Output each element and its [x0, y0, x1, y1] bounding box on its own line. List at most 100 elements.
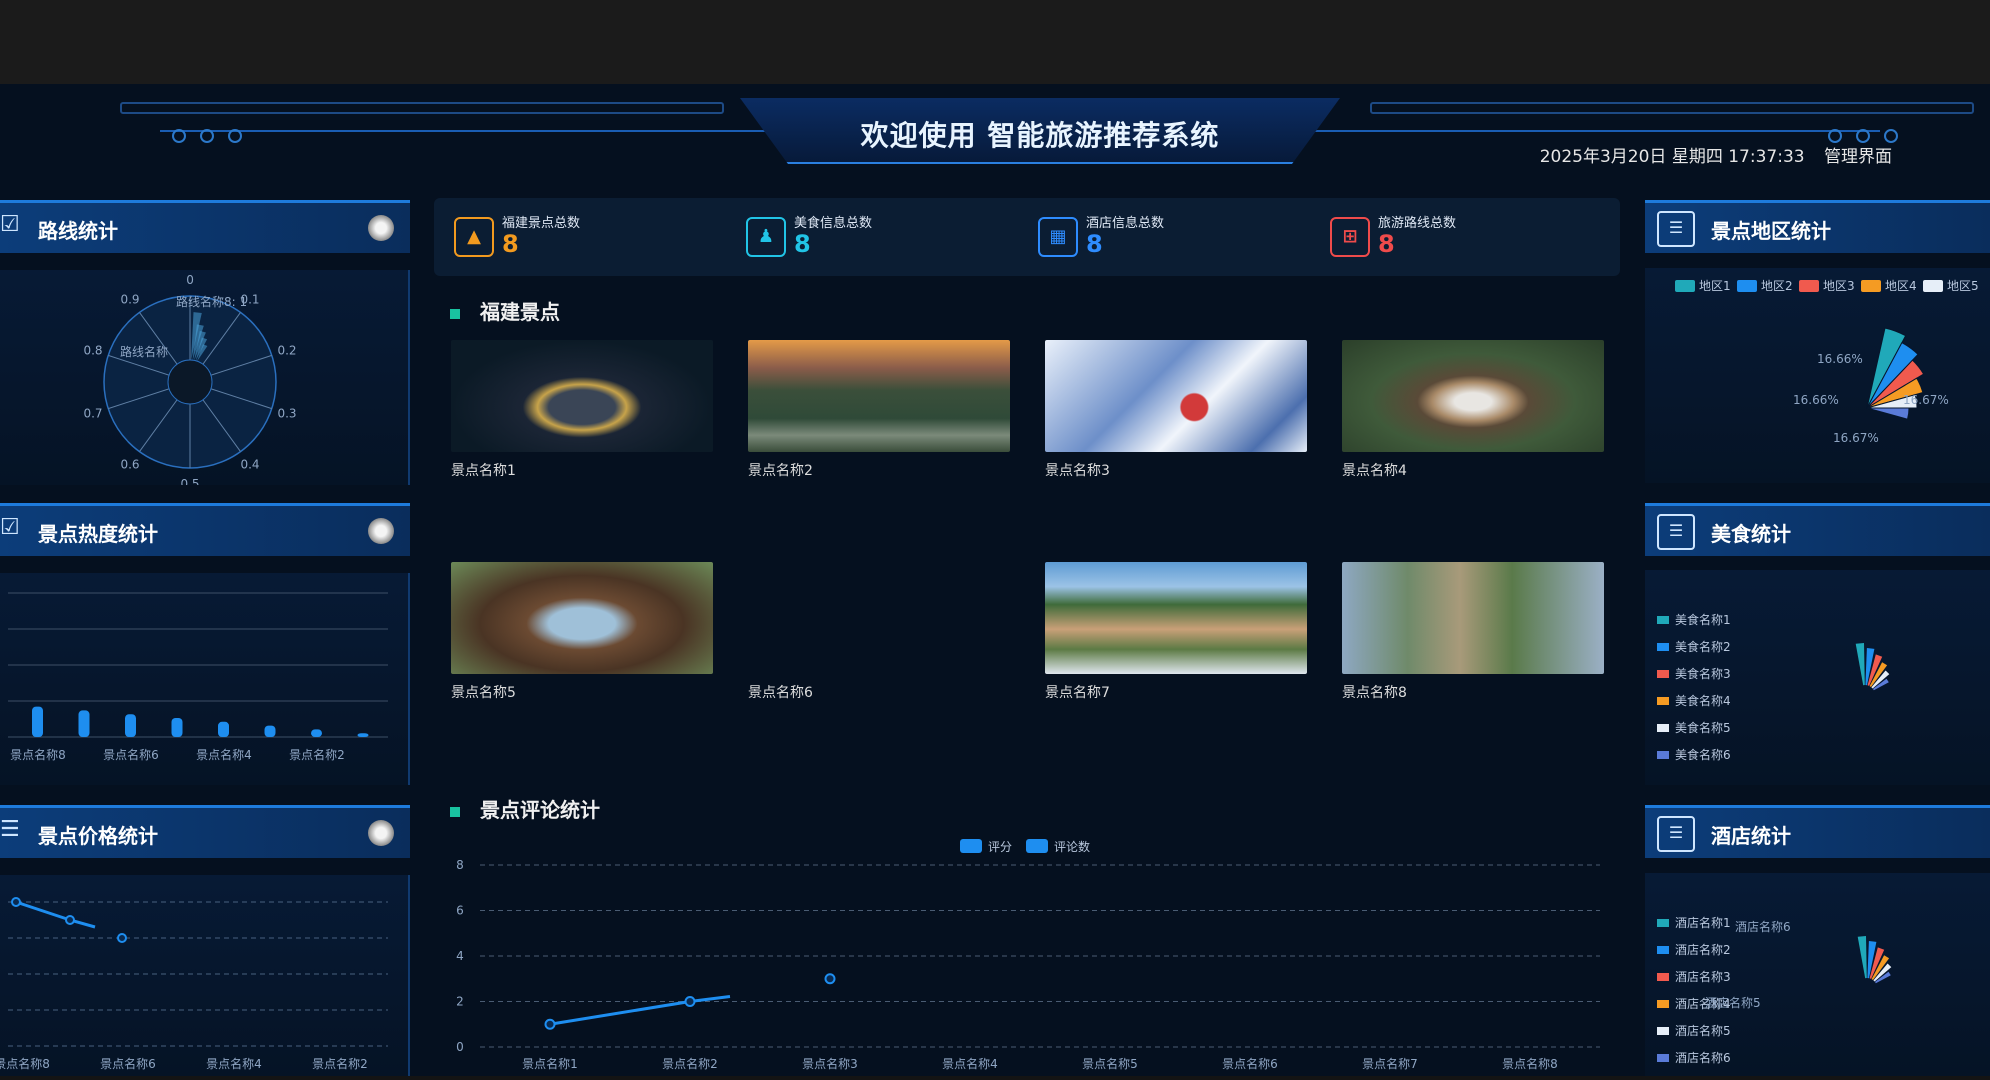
route-polar-chart: 00.10.20.30.40.50.60.70.80.9 路线名称8: 1路线名称 — [83, 273, 296, 491]
legend-swatch — [1657, 1000, 1669, 1008]
attraction-card[interactable]: 景点名称7 — [1045, 562, 1307, 702]
heat-x-label: 景点名称2 — [289, 747, 345, 762]
legend-label: 美食名称5 — [1675, 720, 1731, 735]
food-icon: ♟ — [746, 217, 786, 257]
region-panel-body: 地区1 地区2 地区3 地区4 地区5 16.66% 16.66% 16.67% 16.67% — [1645, 268, 1990, 483]
legend-swatch — [1923, 280, 1943, 292]
pie-slice-label: 酒店名称5 — [1705, 995, 1761, 1010]
legend-swatch — [1026, 839, 1048, 853]
stat-value: 8 — [1378, 230, 1395, 258]
attraction-name[interactable]: 景点名称4 — [1342, 460, 1604, 480]
attraction-image[interactable] — [1342, 340, 1604, 452]
page-title: 欢迎使用 智能旅游推荐系统 — [860, 119, 1220, 152]
attraction-card[interactable]: 景点名称6 — [748, 562, 1010, 702]
review-line-chart: 评分 评论数 0 2 4 6 8 景点名称1 景点名称2 景点名称3 景点名称4 景点名称5 景点名称6… — [456, 839, 1600, 1071]
legend-swatch — [1737, 280, 1757, 292]
heat-bar — [311, 729, 322, 737]
stat-value: 8 — [794, 230, 811, 258]
attraction-card[interactable]: 景点名称4 — [1342, 340, 1604, 480]
legend-swatch — [960, 839, 982, 853]
route-panel-body: 0 0.1 0.2 0.3 0.4 0.5 0.6 0.7 0.8 0.9 路线名称8: 1 路线名称 — [0, 270, 410, 491]
heat-x-label: 景点名称4 — [196, 747, 252, 762]
legend-label: 美食名称2 — [1675, 639, 1731, 654]
pie-slice-label: 酒店名称6 — [1735, 919, 1791, 934]
polar-angle-label: 0.2 — [277, 344, 296, 358]
food-panel-header: ☰ 美食统计 — [1645, 503, 1990, 556]
legend-label: 评分 — [988, 840, 1012, 854]
attraction-card[interactable]: 景点名称1 — [451, 340, 713, 480]
price-x-label: 景点名称4 — [206, 1056, 262, 1071]
stat-label: 福建景点总数 — [502, 216, 581, 231]
heat-bar — [218, 721, 229, 737]
heat-x-label: 景点名称6 — [103, 747, 159, 762]
attraction-name[interactable]: 景点名称1 — [451, 460, 713, 480]
y-tick-label: 8 — [456, 858, 464, 872]
y-tick-label: 0 — [456, 1040, 464, 1054]
stats-bar: ▲ 福建景点总数 8 ♟ 美食信息总数 8 ▦ 酒店信息总数 8 ⊞ 旅游路线总… — [434, 198, 1620, 276]
rose-slice — [1857, 936, 1867, 979]
heat-bar — [32, 706, 43, 737]
header-frame-left — [120, 102, 724, 114]
section-marker — [450, 308, 460, 319]
attraction-card[interactable]: 景点名称5 — [451, 562, 713, 702]
price-panel-title: 景点价格统计 — [38, 824, 158, 848]
current-datetime: 2025年3月20日 星期四 17:37:33 — [1539, 147, 1805, 167]
attraction-image[interactable] — [1342, 562, 1604, 674]
x-tick-label: 景点名称7 — [1362, 1056, 1418, 1071]
food-panel-title: 美食统计 — [1711, 522, 1791, 546]
attraction-card[interactable]: 景点名称2 — [748, 340, 1010, 480]
review-line — [549, 995, 731, 1026]
list-icon: ☰ — [0, 817, 20, 842]
legend-swatch — [1657, 1027, 1669, 1035]
attraction-card[interactable]: 景点名称8 — [1342, 562, 1604, 702]
polar-angle-label: 0.9 — [120, 293, 139, 307]
stat-hotels: ▦ 酒店信息总数 8 — [1038, 212, 1298, 262]
attraction-name[interactable]: 景点名称3 — [1045, 460, 1307, 480]
route-panel-title: 路线统计 — [38, 219, 118, 243]
legend-label: 地区1 — [1699, 279, 1731, 293]
header-dots-left — [172, 128, 256, 147]
attraction-image-missing[interactable] — [748, 562, 1010, 674]
attraction-name[interactable]: 景点名称8 — [1342, 682, 1604, 702]
x-tick-label: 景点名称6 — [1222, 1056, 1278, 1071]
heat-bar-chart: 景点名称8 景点名称6 景点名称4 景点名称2 — [8, 592, 388, 762]
attraction-image[interactable] — [451, 340, 713, 452]
attraction-image[interactable] — [748, 340, 1010, 452]
stat-value: 8 — [502, 230, 519, 258]
legend-label: 地区5 — [1947, 279, 1979, 293]
hotel-panel-body: 酒店名称1 酒店名称2 酒店名称3 酒店名称4 酒店名称5 酒店名称6 酒店名称6 酒店名称5 — [1645, 873, 1990, 1076]
price-x-label: 景点名称6 — [100, 1056, 156, 1071]
list-icon: ☰ — [1657, 816, 1695, 852]
polar-angle-label: 0.5 — [180, 477, 199, 485]
food-panel-body: 美食名称1 美食名称2 美食名称3 美食名称4 美食名称5 美食名称6 — [1645, 570, 1990, 785]
legend-swatch — [1657, 670, 1669, 678]
admin-link[interactable]: 管理界面 — [1824, 147, 1892, 167]
attraction-card[interactable]: 景点名称3 — [1045, 340, 1307, 480]
price-line — [15, 900, 96, 929]
attraction-name[interactable]: 景点名称7 — [1045, 682, 1307, 702]
polar-angle-label: 0.8 — [83, 344, 102, 358]
legend-label: 美食名称1 — [1675, 612, 1731, 627]
legend-label: 地区2 — [1761, 279, 1793, 293]
attraction-image[interactable] — [1045, 562, 1307, 674]
list-icon: ☰ — [1657, 211, 1695, 247]
x-tick-label: 景点名称4 — [942, 1056, 998, 1071]
attraction-name[interactable]: 景点名称2 — [748, 460, 1010, 480]
stat-food: ♟ 美食信息总数 8 — [746, 212, 1006, 262]
disc-icon[interactable] — [368, 518, 394, 544]
x-tick-label: 景点名称1 — [522, 1056, 578, 1071]
y-tick-label: 4 — [456, 949, 464, 963]
attraction-name[interactable]: 景点名称5 — [451, 682, 713, 702]
disc-icon[interactable] — [368, 820, 394, 846]
stat-value: 8 — [1086, 230, 1103, 258]
legend-label: 评论数 — [1054, 839, 1090, 854]
browser-top-bar — [0, 0, 1990, 84]
pie-percent-label: 16.66% — [1817, 352, 1863, 366]
attraction-name[interactable]: 景点名称6 — [748, 682, 1010, 702]
legend-swatch — [1657, 751, 1669, 759]
attraction-image[interactable] — [1045, 340, 1307, 452]
legend-swatch — [1675, 280, 1695, 292]
disc-icon[interactable] — [368, 215, 394, 241]
attraction-image[interactable] — [451, 562, 713, 674]
legend-swatch — [1799, 280, 1819, 292]
